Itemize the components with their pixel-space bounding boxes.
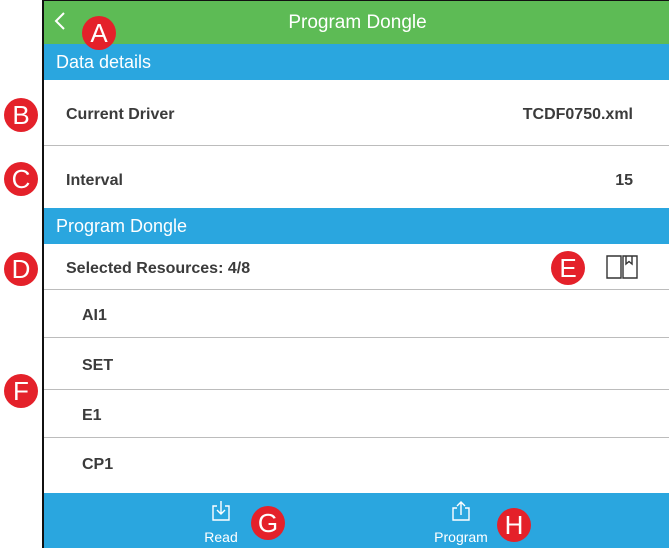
interval-row[interactable]: Interval 15 — [44, 146, 669, 208]
resource-item[interactable]: AI1 — [44, 290, 669, 338]
callout-marker-g: G — [251, 506, 285, 540]
resource-book-button[interactable] — [605, 252, 639, 285]
download-icon — [212, 501, 230, 521]
resource-item[interactable]: SET — [44, 338, 669, 390]
interval-label: Interval — [66, 172, 123, 189]
callout-marker-h: H — [497, 508, 531, 542]
resource-label: AI1 — [82, 307, 107, 324]
upload-icon — [452, 501, 470, 521]
callout-marker-c: C — [4, 162, 38, 196]
program-button[interactable]: Program — [416, 500, 506, 545]
resource-label: SET — [82, 357, 114, 374]
callout-marker-d: D — [4, 252, 38, 286]
callout-marker-f: F — [4, 374, 38, 408]
callout-marker-e: E — [551, 251, 585, 285]
program-label: Program — [434, 529, 488, 545]
interval-value: 15 — [615, 172, 633, 189]
section-program-dongle: Program Dongle — [44, 208, 669, 244]
resource-label: CP1 — [82, 456, 114, 473]
title-bar: Program Dongle — [44, 0, 669, 44]
resource-item[interactable]: CP1 — [44, 438, 669, 493]
current-driver-label: Current Driver — [66, 106, 175, 123]
current-driver-row[interactable]: Current Driver TCDF0750.xml — [44, 80, 669, 146]
section-data-details: Data details — [44, 44, 669, 80]
selected-resources-label: Selected Resources: 4/8 — [66, 260, 251, 277]
callout-marker-a: A — [82, 16, 116, 50]
callout-marker-b: B — [4, 98, 38, 132]
page-title: Program Dongle — [288, 12, 427, 33]
resource-item[interactable]: E1 — [44, 390, 669, 438]
current-driver-value: TCDF0750.xml — [522, 106, 633, 123]
book-icon — [606, 255, 638, 279]
resource-label: E1 — [82, 407, 102, 424]
bottom-toolbar: Read Program — [44, 493, 669, 548]
